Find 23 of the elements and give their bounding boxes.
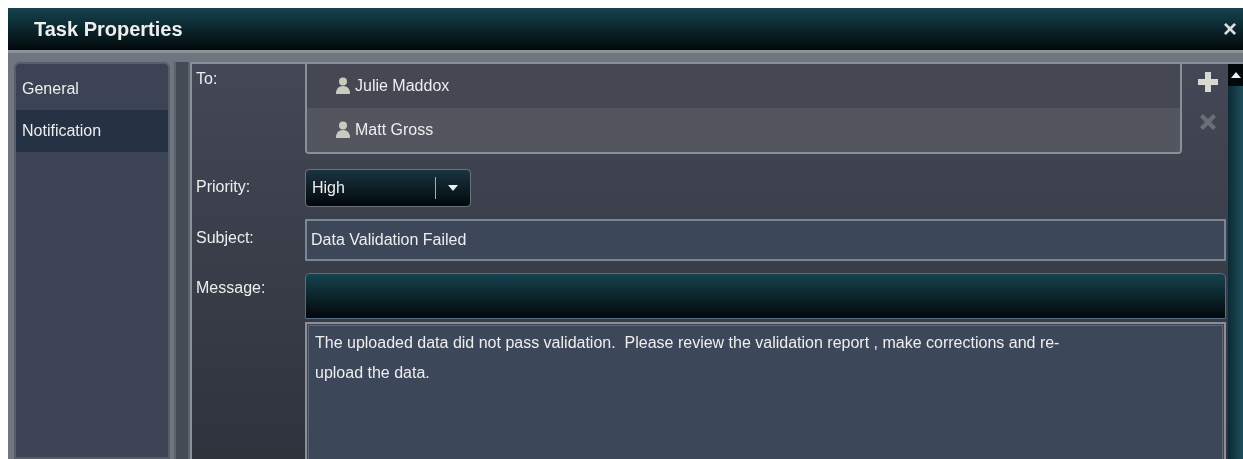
caret-icon bbox=[448, 185, 458, 191]
close-button[interactable]: × bbox=[1221, 17, 1239, 41]
add-button[interactable] bbox=[1196, 70, 1220, 94]
recipient-name: Matt Gross bbox=[355, 121, 434, 139]
splitter[interactable] bbox=[174, 62, 190, 459]
priority-dropdown[interactable]: High bbox=[305, 169, 471, 207]
person-icon bbox=[335, 77, 351, 95]
subject-field[interactable]: Data Validation Failed bbox=[305, 219, 1226, 261]
sidebar-item[interactable]: Notification bbox=[16, 110, 168, 152]
person-icon bbox=[335, 121, 351, 139]
scrollbar[interactable] bbox=[1228, 64, 1243, 459]
scroll-up-button[interactable] bbox=[1228, 64, 1243, 86]
field-label: Subject: bbox=[195, 228, 255, 248]
recipient-name: Julie Maddox bbox=[355, 77, 450, 95]
field-label: Message: bbox=[195, 278, 267, 298]
message-field[interactable]: The uploaded data did not pass validation. Please review the validation report , make corrections and re-upload the data. bbox=[305, 322, 1226, 459]
up-arrow-icon bbox=[1230, 72, 1241, 78]
field-label: To: bbox=[195, 69, 219, 89]
field-label: Priority: bbox=[195, 177, 252, 197]
window-title: Task Properties bbox=[34, 17, 183, 41]
plus-icon bbox=[1196, 70, 1220, 94]
recipient-item[interactable]: Matt Gross bbox=[307, 108, 1180, 152]
sidebar-item[interactable]: General bbox=[16, 68, 168, 110]
